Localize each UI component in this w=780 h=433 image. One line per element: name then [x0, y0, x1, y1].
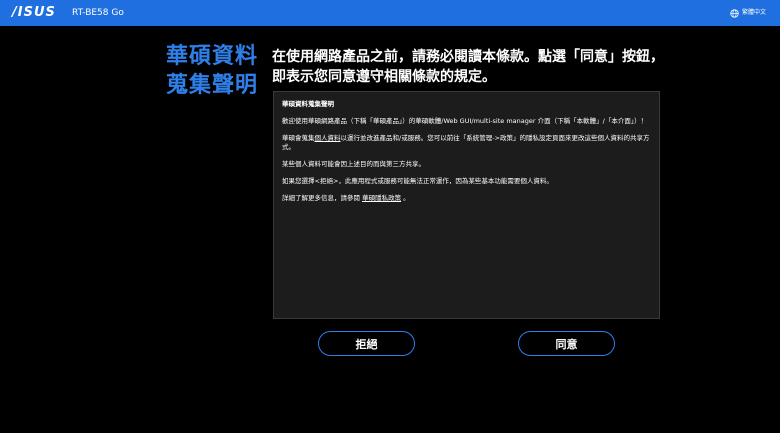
asus-logo: /ISUS	[12, 5, 56, 20]
consent-heading-line-1: 在使用網路產品之前，請務必閱讀本條款。點選「同意」按鈕，	[272, 49, 664, 65]
consent-heading: 在使用網路產品之前，請務必閱讀本條款。點選「同意」按鈕， 即表示您同意遵守相關條…	[272, 47, 672, 87]
personal-data-link[interactable]: 個人資料	[315, 134, 341, 142]
page-title-line-1: 華碩資料	[166, 44, 259, 69]
language-selector[interactable]: 繁體中文	[730, 7, 766, 19]
terms-paragraph-sharing: 某些個人資料可能會因上述目的而與第三方共享。	[282, 160, 425, 168]
top-bar: /ISUS RT-BE58 Go 繁體中文	[0, 0, 780, 26]
terms-paragraph-decline: 如果您選擇<拒絕>，此應用程式或服務可能無法正常運作，因為某些基本功能需要個人資…	[282, 177, 553, 185]
consent-heading-line-2: 即表示您同意遵守相關條款的規定。	[272, 69, 496, 85]
terms-paragraph-more-info: 詳細了解更多信息，請參閱 華碩隱私政策 。	[282, 194, 651, 203]
globe-icon	[730, 8, 739, 18]
language-label: 繁體中文	[741, 9, 766, 16]
model-name: RT-BE58 Go	[72, 8, 124, 18]
agree-button[interactable]: 同意	[518, 331, 615, 356]
page-title-line-2: 蒐集聲明	[166, 73, 259, 98]
terms-title: 華碩資料蒐集聲明	[282, 100, 334, 108]
terms-paragraph-collection: 華碩會蒐集個人資料以運行並改進產品和/或服務。您可以前往「系統管理->政策」的隱…	[282, 134, 651, 152]
terms-panel[interactable]: 華碩資料蒐集聲明 歡迎使用華碩網路產品（下稱「華碩產品」）的華碩軟體/Web G…	[273, 91, 660, 319]
privacy-policy-link[interactable]: 華碩隱私政策	[362, 194, 401, 202]
decline-button[interactable]: 拒絕	[318, 331, 415, 356]
page-title: 華碩資料 蒐集聲明	[166, 42, 266, 100]
terms-paragraph-welcome: 歡迎使用華碩網路產品（下稱「華碩產品」）的華碩軟體/Web GUI/multi-…	[282, 117, 648, 125]
more-info-text-start: 詳細了解更多信息，請參閱	[282, 194, 363, 202]
collection-text-start: 華碩會蒐集	[282, 134, 315, 142]
more-info-text-end: 。	[401, 194, 410, 202]
